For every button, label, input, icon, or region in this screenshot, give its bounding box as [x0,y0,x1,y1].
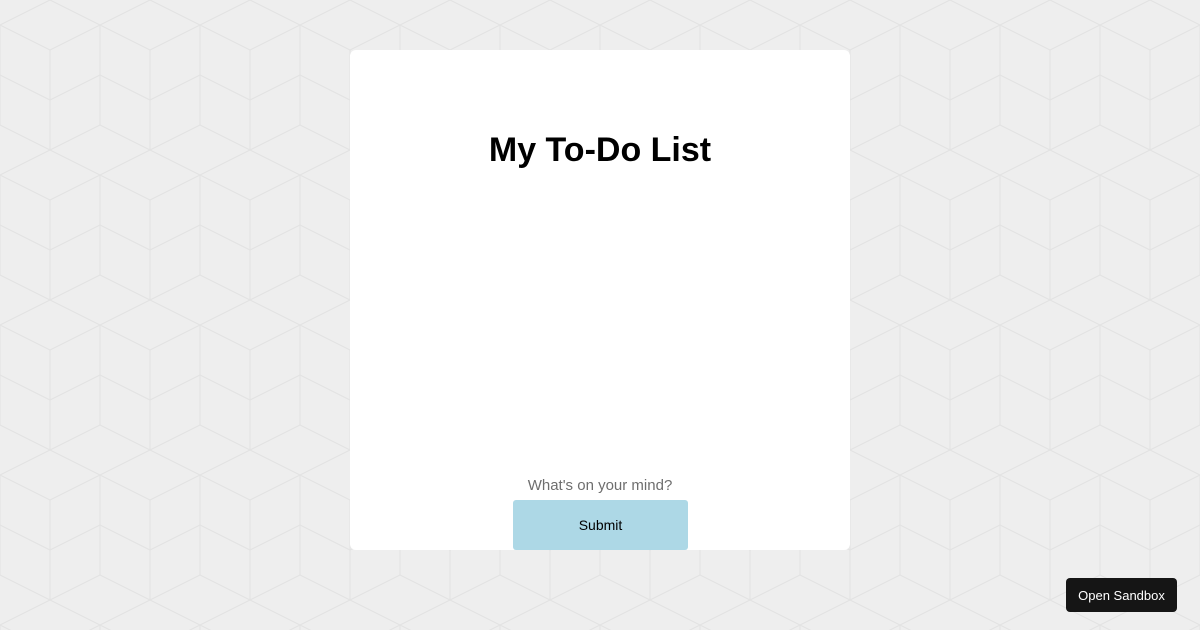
page-title: My To-Do List [488,131,712,169]
open-sandbox-button[interactable]: Open Sandbox [1066,578,1177,612]
todo-card: My To-Do List Submit [350,50,850,550]
todo-input[interactable] [500,474,700,496]
todo-list [390,190,810,470]
submit-button[interactable]: Submit [513,500,688,550]
